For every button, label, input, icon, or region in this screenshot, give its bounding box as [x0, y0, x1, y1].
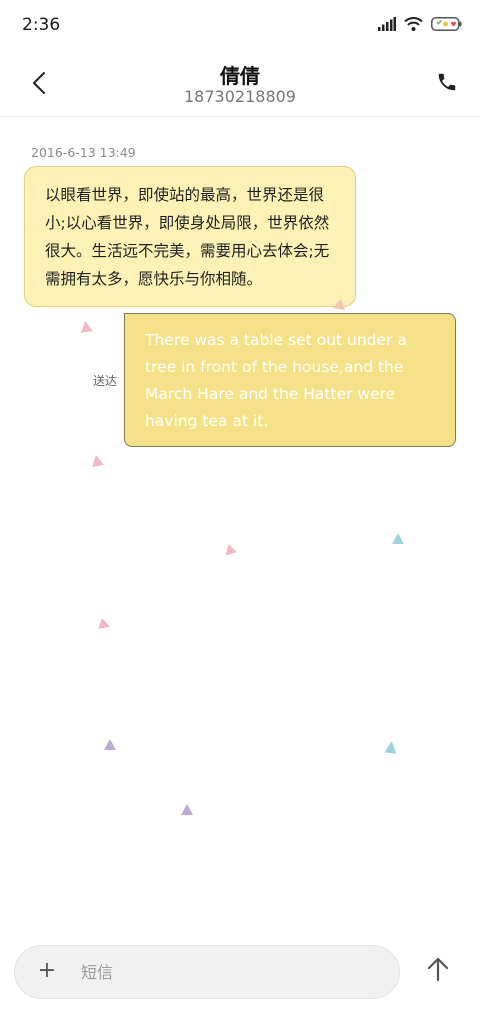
conversation-header: 倩倩 18730218809 — [0, 52, 480, 117]
decor-triangle — [79, 320, 93, 333]
arrow-up-icon — [427, 957, 449, 982]
send-button[interactable] — [426, 956, 454, 986]
delivery-status: 送达 — [93, 374, 118, 388]
status-icons — [378, 16, 462, 35]
decor-triangle — [90, 454, 104, 467]
decor-triangle — [392, 533, 404, 544]
incoming-message-bubble[interactable]: 以眼看世界，即使站的最高，世界还是很小;以心看世界，即使身处局限，世界依然很大。… — [24, 166, 356, 307]
signal-icon — [378, 16, 396, 35]
call-button[interactable] — [436, 71, 460, 95]
decor-triangle — [333, 298, 347, 310]
message-composer: + — [14, 945, 400, 999]
contact-number: 18730218809 — [184, 87, 296, 106]
phone-icon — [438, 73, 456, 91]
wifi-icon — [404, 16, 423, 35]
attach-button[interactable]: + — [35, 959, 59, 983]
decor-triangle — [181, 804, 193, 815]
decor-triangle — [104, 739, 116, 750]
decor-triangle — [222, 542, 238, 556]
decor-triangle — [96, 616, 110, 630]
contact-name: 倩倩 — [220, 64, 260, 88]
message-timestamp: 2016-6-13 13:49 — [31, 145, 136, 160]
message-input[interactable] — [79, 956, 383, 988]
status-time: 2:36 — [22, 15, 61, 35]
outgoing-message-bubble[interactable]: There was a table set out under a tree i… — [124, 313, 456, 447]
status-bar: 2:36 — [0, 0, 480, 52]
battery-icon — [431, 16, 462, 35]
decor-triangle — [384, 740, 398, 754]
